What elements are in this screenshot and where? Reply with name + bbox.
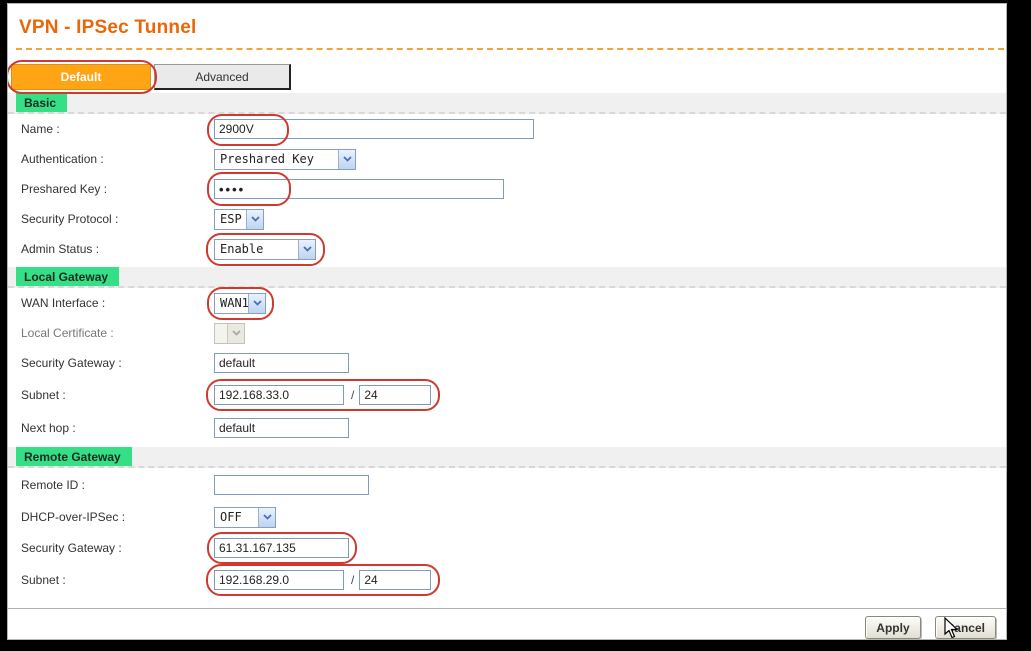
preshared-key-label: Preshared Key :: [8, 182, 214, 196]
local-certificate-select-value: [215, 324, 227, 343]
security-protocol-select-value: ESP: [215, 210, 246, 229]
section-header-basic: Basic: [8, 93, 1006, 114]
title-divider: [16, 48, 1004, 50]
admin-status-select-value: Enable: [215, 240, 298, 259]
row-local-security-gateway: Security Gateway :: [8, 348, 1006, 378]
security-protocol-select[interactable]: ESP: [214, 209, 264, 230]
row-wan-interface: WAN Interface : WAN1: [8, 288, 1006, 318]
wan-interface-label: WAN Interface :: [8, 296, 214, 310]
local-certificate-label: Local Certificate :: [8, 326, 214, 340]
name-label: Name :: [8, 122, 214, 136]
security-protocol-label: Security Protocol :: [8, 212, 214, 226]
remote-subnet-ip-input[interactable]: [214, 570, 344, 590]
mouse-cursor-icon: [944, 617, 959, 640]
row-next-hop: Next hop :: [8, 411, 1006, 444]
wan-interface-select-value: WAN1: [215, 294, 248, 313]
remote-security-gateway-input[interactable]: [214, 538, 349, 558]
row-admin-status: Admin Status : Enable: [8, 234, 1006, 264]
local-certificate-select[interactable]: [214, 323, 245, 344]
chevron-down-icon: [298, 240, 315, 259]
wan-interface-select[interactable]: WAN1: [214, 293, 266, 314]
dhcp-over-ipsec-label: DHCP-over-IPSec :: [8, 510, 214, 524]
row-security-protocol: Security Protocol : ESP: [8, 204, 1006, 234]
row-remote-id: Remote ID :: [8, 468, 1006, 501]
next-hop-label: Next hop :: [8, 421, 214, 435]
section-local-gateway-label: Local Gateway: [16, 267, 119, 286]
tab-default[interactable]: Default: [11, 64, 151, 90]
row-local-subnet: Subnet : /: [8, 378, 1006, 411]
remote-id-label: Remote ID :: [8, 478, 214, 492]
footer: Apply Cancel: [8, 609, 1006, 639]
remote-id-input[interactable]: [214, 475, 369, 495]
name-input[interactable]: [214, 119, 534, 139]
tab-advanced[interactable]: Advanced: [154, 64, 291, 90]
apply-button[interactable]: Apply: [865, 616, 920, 639]
authentication-label: Authentication :: [8, 152, 214, 166]
remote-subnet-label: Subnet :: [8, 573, 214, 587]
row-remote-security-gateway: Security Gateway :: [8, 533, 1006, 563]
chevron-down-icon: [246, 210, 263, 229]
subnet-separator: /: [351, 388, 354, 402]
dhcp-over-ipsec-select-value: OFF: [215, 508, 258, 527]
section-header-remote-gateway: Remote Gateway: [8, 447, 1006, 468]
subnet-separator: /: [351, 573, 354, 587]
tab-default-label: Default: [61, 70, 102, 84]
chevron-down-icon: [338, 150, 355, 169]
next-hop-input[interactable]: [214, 418, 349, 438]
row-remote-subnet: Subnet : /: [8, 563, 1006, 596]
tab-bar: Default Advanced: [11, 63, 1006, 90]
admin-status-select[interactable]: Enable: [214, 239, 316, 260]
remote-subnet-mask-input[interactable]: [359, 570, 431, 590]
local-subnet-label: Subnet :: [8, 388, 214, 402]
chevron-down-icon: [258, 508, 275, 527]
row-local-certificate: Local Certificate :: [8, 318, 1006, 348]
authentication-select[interactable]: Preshared Key: [214, 149, 356, 170]
row-name: Name :: [8, 114, 1006, 144]
local-subnet-mask-input[interactable]: [359, 385, 431, 405]
row-authentication: Authentication : Preshared Key: [8, 144, 1006, 174]
tab-advanced-label: Advanced: [195, 70, 248, 84]
authentication-select-value: Preshared Key: [215, 150, 338, 169]
section-basic-label: Basic: [16, 93, 67, 112]
local-security-gateway-label: Security Gateway :: [8, 356, 214, 370]
preshared-key-input[interactable]: [214, 179, 504, 199]
chevron-down-icon: [227, 324, 244, 343]
row-dhcp-over-ipsec: DHCP-over-IPSec : OFF: [8, 501, 1006, 533]
chevron-down-icon: [248, 294, 265, 313]
vpn-ipsec-page: VPN - IPSec Tunnel Default Advanced Basi…: [7, 3, 1007, 640]
section-header-local-gateway: Local Gateway: [8, 267, 1006, 288]
local-security-gateway-input[interactable]: [214, 353, 349, 373]
local-subnet-ip-input[interactable]: [214, 385, 344, 405]
page-title: VPN - IPSec Tunnel: [19, 17, 1006, 39]
section-remote-gateway-label: Remote Gateway: [16, 447, 132, 466]
row-preshared-key: Preshared Key :: [8, 174, 1006, 204]
admin-status-label: Admin Status :: [8, 242, 214, 256]
remote-security-gateway-label: Security Gateway :: [8, 541, 214, 555]
dhcp-over-ipsec-select[interactable]: OFF: [214, 507, 276, 528]
